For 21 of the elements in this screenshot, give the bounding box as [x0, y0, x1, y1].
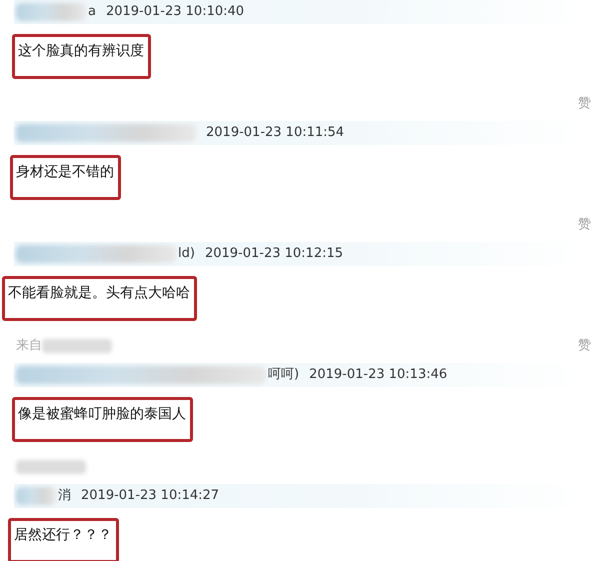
username-fragment: a: [88, 3, 96, 22]
like-link[interactable]: 赞: [578, 94, 591, 114]
comment-text: 居然还行？？？: [8, 518, 119, 561]
comment-text: 身材还是不错的: [10, 155, 121, 200]
comment-text: 像是被蜜蜂叮肿脸的泰国人: [12, 397, 193, 442]
comment-time: 2019-01-23 10:13:46: [309, 366, 448, 384]
source-label: 来自: [16, 337, 42, 356]
username-fragment: 消: [58, 487, 71, 506]
comment-time: 2019-01-23 10:11:54: [206, 124, 344, 142]
comment-text: 这个脸真的有辨识度: [12, 34, 151, 79]
comment-time: 2019-01-23 10:14:27: [81, 487, 220, 506]
comment-time: 2019-01-23 10:12:15: [204, 245, 344, 264]
blurred-name: [16, 3, 86, 21]
like-link[interactable]: 赞: [578, 336, 591, 356]
like-link[interactable]: 赞: [578, 215, 591, 235]
blurred-source: [42, 339, 112, 353]
username-fragment: ld): [178, 245, 195, 264]
username-fragment: 呵呵): [268, 366, 300, 384]
comment-text: 不能看脸就是。头有点大哈哈: [2, 276, 197, 321]
comment-time: 2019-01-23 10:10:40: [106, 3, 244, 22]
blurred-name: [16, 487, 56, 505]
